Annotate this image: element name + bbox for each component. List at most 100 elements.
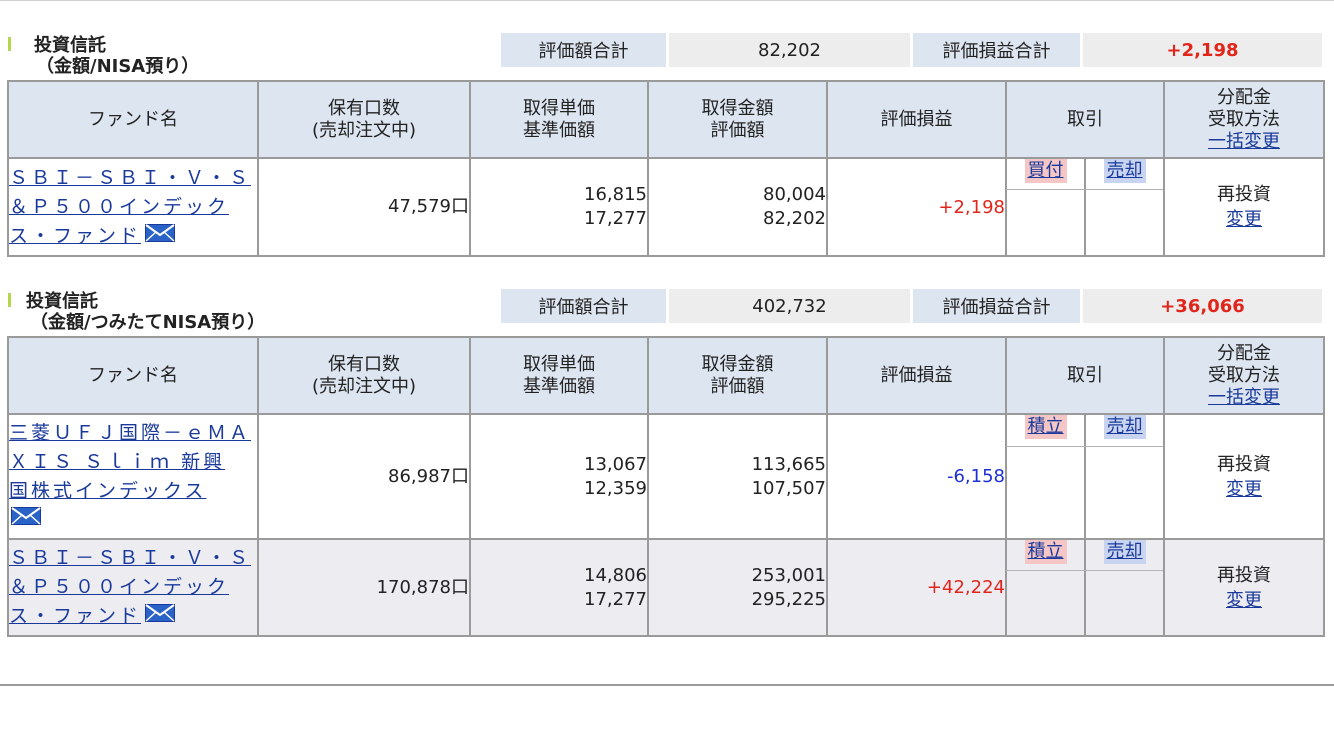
accumulate-button[interactable]: 積立 — [1024, 415, 1067, 439]
header-holdings: 保有口数 (売却注文中) — [257, 336, 471, 415]
header-amount-l1: 取得金額 — [701, 353, 774, 375]
header-unit-price-l1: 取得単価 — [523, 97, 595, 119]
trade-sell-cell: 売却 — [1084, 538, 1165, 637]
bulk-change-link[interactable]: 一括変更 — [1208, 131, 1280, 152]
header-unit-price: 取得単価 基準価額 — [469, 80, 649, 159]
units-cell: 170,878口 — [257, 538, 471, 637]
dist-change-link[interactable]: 変更 — [1226, 590, 1262, 611]
fund-name-link[interactable]: 三菱ＵＦＪ国際－ｅＭＡ ＸＩＳ Ｓｌｉｍ 新興 国株式インデックス — [9, 422, 251, 502]
eval-amount: 82,202 — [763, 208, 826, 229]
dist-change-link[interactable]: 変更 — [1226, 479, 1262, 500]
mail-icon[interactable] — [11, 506, 41, 534]
sell-button[interactable]: 売却 — [1103, 415, 1146, 439]
dist-method: 再投資 — [1217, 184, 1271, 205]
fund-name-line3: ス・ファンド — [9, 605, 142, 627]
fund-name-cell: ＳＢＩ－ＳＢＩ・Ｖ・Ｓ ＆Ｐ５００インデック ス・ファンド — [7, 538, 259, 637]
units-cell: 47,579口 — [257, 157, 471, 257]
trade-divider — [1006, 446, 1163, 447]
acq-amount: 253,001 — [751, 564, 826, 586]
mail-icon[interactable] — [145, 603, 176, 631]
header-amount-l1: 取得金額 — [701, 97, 774, 119]
eval-amount: 295,225 — [751, 588, 826, 610]
amount-cell: 80,004 82,202 — [647, 157, 828, 257]
title-accent-bar — [8, 293, 11, 307]
sell-button[interactable]: 売却 — [1103, 540, 1146, 564]
acq-price: 13,067 — [584, 453, 647, 475]
distribution-cell: 再投資 変更 — [1163, 538, 1325, 637]
trade-divider — [1006, 570, 1163, 571]
table-row: ＳＢＩ－ＳＢＩ・Ｖ・Ｓ ＆Ｐ５００インデック ス・ファンド 170,878口 14,… — [7, 538, 1325, 637]
header-unit-price-l2: 基準価額 — [523, 375, 595, 397]
trade-sell-cell: 売却 — [1084, 157, 1165, 257]
price-cell: 13,067 12,359 — [469, 413, 649, 540]
eval-amount: 107,507 — [751, 477, 826, 499]
total-value-label: 評価額合計 — [501, 289, 666, 323]
distribution-cell: 再投資 変更 — [1163, 157, 1325, 257]
header-amount: 取得金額 評価額 — [647, 336, 828, 415]
acq-price: 14,806 — [584, 564, 647, 586]
header-holdings-l1: 保有口数 — [328, 353, 400, 375]
header-fund-name: ファンド名 — [7, 80, 259, 159]
fund-name-line3: ス・ファンド — [9, 224, 142, 247]
header-holdings-l2: (売却注文中) — [311, 119, 417, 141]
fund-name-link[interactable]: ＳＢＩ－ＳＢＩ・Ｖ・Ｓ ＆Ｐ５００インデック ス・ファンド — [9, 547, 251, 627]
dist-method: 再投資 — [1217, 453, 1271, 475]
total-pl-label: 評価損益合計 — [913, 289, 1080, 323]
header-trade: 取引 — [1005, 336, 1165, 415]
header-pl: 評価損益 — [826, 336, 1007, 415]
total-value-label: 評価額合計 — [501, 33, 666, 67]
table-row: 三菱ＵＦＪ国際－ｅＭＡ ＸＩＳ Ｓｌｉｍ 新興 国株式インデックス 86,987口 … — [7, 413, 1325, 540]
pl-cell: -6,158 — [826, 413, 1007, 540]
header-dist-l2: 受取方法 — [1208, 108, 1280, 130]
trade-sell-cell: 売却 — [1084, 413, 1165, 540]
fund-name-line2: ＆Ｐ５００インデック — [9, 195, 230, 218]
sell-button[interactable]: 売却 — [1103, 159, 1146, 183]
header-dist-l2: 受取方法 — [1208, 364, 1280, 386]
buy-button[interactable]: 買付 — [1024, 159, 1067, 183]
total-value: 82,202 — [669, 33, 910, 67]
mail-icon[interactable] — [145, 223, 176, 251]
price-cell: 16,815 17,277 — [469, 157, 649, 257]
header-pl: 評価損益 — [826, 80, 1007, 159]
base-price: 17,277 — [584, 208, 647, 229]
header-distribution: 分配金 受取方法 一括変更 — [1163, 80, 1325, 159]
header-dist-l1: 分配金 — [1217, 86, 1271, 108]
fund-name-cell: ＳＢＩ－ＳＢＩ・Ｖ・Ｓ ＆Ｐ５００インデック ス・ファンド — [7, 157, 259, 257]
header-unit-price-l2: 基準価額 — [523, 119, 595, 141]
pl-cell: +2,198 — [826, 157, 1007, 257]
amount-cell: 113,665 107,507 — [647, 413, 828, 540]
pl-cell: +42,224 — [826, 538, 1007, 637]
trade-buy-cell: 買付 — [1005, 157, 1086, 257]
total-pl: +2,198 — [1083, 33, 1322, 67]
amount-cell: 253,001 295,225 — [647, 538, 828, 637]
total-pl: +36,066 — [1083, 289, 1322, 323]
title-accent-bar — [8, 37, 11, 51]
units-cell: 86,987口 — [257, 413, 471, 540]
fund-name-line3: 国株式インデックス — [9, 480, 207, 502]
fund-table: ファンド名 保有口数 (売却注文中) 取得単価 基準価額 取得金額 評価額 評価損益 … — [7, 336, 1325, 637]
top-divider — [0, 0, 1334, 1]
header-amount-l2: 評価額 — [710, 119, 765, 141]
section-title-line2: （金額/NISA預り） — [36, 56, 200, 77]
fund-name-line2: ＸＩＳ Ｓｌｉｍ 新興 — [9, 451, 226, 473]
base-price: 12,359 — [584, 477, 647, 499]
fund-name-line1: ＳＢＩ－ＳＢＩ・Ｖ・Ｓ — [9, 166, 252, 189]
trade-buy-cell: 積立 — [1005, 538, 1086, 637]
bottom-divider — [0, 684, 1334, 686]
table-row: ＳＢＩ－ＳＢＩ・Ｖ・Ｓ ＆Ｐ５００インデック ス・ファンド 47,579口 16,8… — [7, 157, 1325, 257]
header-unit-price: 取得単価 基準価額 — [469, 336, 649, 415]
header-unit-price-l1: 取得単価 — [523, 353, 595, 375]
bulk-change-link[interactable]: 一括変更 — [1208, 387, 1280, 408]
accumulate-button[interactable]: 積立 — [1024, 540, 1067, 564]
price-cell: 14,806 17,277 — [469, 538, 649, 637]
fund-name-cell: 三菱ＵＦＪ国際－ｅＭＡ ＸＩＳ Ｓｌｉｍ 新興 国株式インデックス — [7, 413, 259, 540]
header-dist-l1: 分配金 — [1217, 342, 1271, 364]
dist-change-link[interactable]: 変更 — [1226, 209, 1262, 230]
section-title-line2: （金額/つみたてNISA預り） — [30, 312, 266, 333]
header-holdings-l1: 保有口数 — [328, 97, 400, 119]
section-title: 投資信託 （金額/つみたてNISA預り） — [0, 289, 496, 333]
fund-name-link[interactable]: ＳＢＩ－ＳＢＩ・Ｖ・Ｓ ＆Ｐ５００インデック ス・ファンド — [9, 167, 251, 247]
header-amount-l2: 評価額 — [710, 375, 765, 397]
base-price: 17,277 — [584, 588, 647, 610]
fund-table: ファンド名 保有口数 (売却注文中) 取得単価 基準価額 取得金額 評価額 評価損益 … — [7, 80, 1325, 257]
